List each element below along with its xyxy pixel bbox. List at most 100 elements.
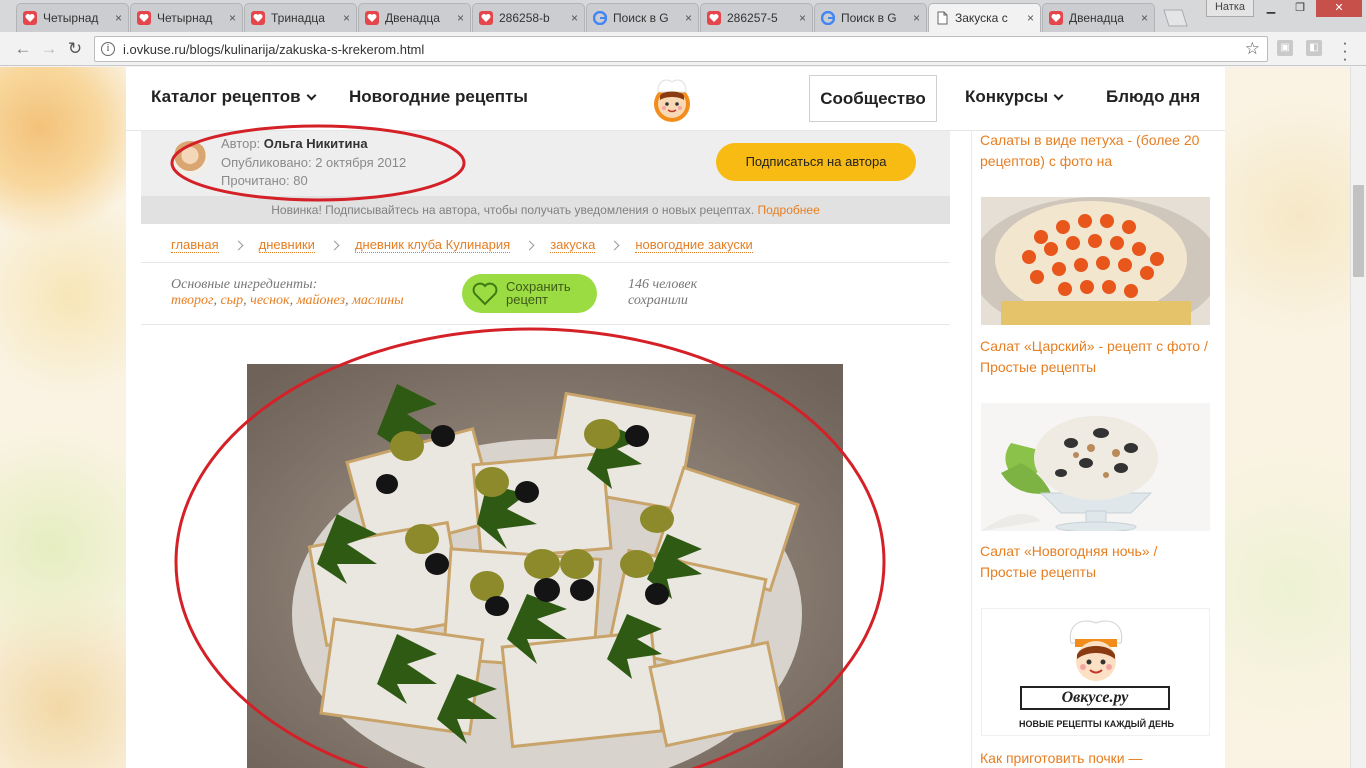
author-name-link[interactable]: Ольга Никитина	[264, 136, 368, 151]
page-scrollbar[interactable]	[1350, 67, 1366, 768]
save-recipe-label: Сохранить рецепт	[506, 279, 571, 307]
heart-favicon-icon	[1049, 11, 1063, 25]
tab-title: Тринадца	[271, 11, 325, 25]
saved-count-line1: 146 человек	[628, 277, 698, 292]
breadcrumb-diaries[interactable]: дневники	[258, 237, 315, 253]
published-date: Опубликовано: 2 октября 2012	[221, 155, 407, 170]
site-promo-banner[interactable]: Овкусе.ру НОВЫЕ РЕЦЕПТЫ КАЖДЫЙ ДЕНЬ	[981, 608, 1210, 736]
sidebar-item-title[interactable]: Как приготовить почки —	[980, 748, 1215, 768]
tab-close-icon[interactable]: ×	[1141, 11, 1148, 25]
tab-close-icon[interactable]: ×	[343, 11, 350, 25]
sidebar-item-image[interactable]	[981, 403, 1210, 531]
back-arrow-icon[interactable]: ←	[12, 38, 34, 60]
read-count: Прочитано: 80	[221, 173, 308, 188]
sidebar-item-title[interactable]: Салат «Царский» - рецепт с фото / Просты…	[980, 336, 1215, 378]
notice-more-link[interactable]: Подробнее	[758, 203, 820, 217]
author-avatar[interactable]	[172, 141, 208, 177]
extension-icon[interactable]: ◧	[1306, 40, 1322, 56]
chevron-right-icon	[233, 240, 244, 250]
chevron-down-icon	[306, 90, 316, 101]
profile-button[interactable]: Натка	[1206, 0, 1254, 17]
google-favicon-icon	[593, 11, 607, 25]
browser-tab-active[interactable]: Закуска с ×	[928, 3, 1041, 32]
maximize-icon[interactable]: ❐	[1286, 0, 1314, 17]
browser-tab[interactable]: Двенадца ×	[1042, 3, 1155, 32]
nav-catalog-label: Каталог рецептов	[151, 87, 301, 106]
nav-new-year[interactable]: Новогодние рецепты	[349, 87, 528, 107]
browser-tab[interactable]: 286257-5 ×	[700, 3, 813, 32]
chef-mascot-icon	[1069, 620, 1123, 681]
browser-tab[interactable]: Поиск в G ×	[586, 3, 699, 32]
browser-tab[interactable]: Поиск в G ×	[814, 3, 927, 32]
ingredient-link[interactable]: маслины	[352, 293, 404, 308]
divider	[141, 324, 950, 325]
browser-tab[interactable]: Тринадца ×	[244, 3, 357, 32]
recipe-main-photo[interactable]	[247, 364, 843, 768]
nav-contests-label: Конкурсы	[965, 87, 1049, 106]
tab-close-icon[interactable]: ×	[115, 11, 122, 25]
tab-close-icon[interactable]: ×	[571, 11, 578, 25]
breadcrumb-club-diary[interactable]: дневник клуба Кулинария	[354, 237, 511, 253]
extension-lock-icon[interactable]: ▣	[1277, 40, 1293, 56]
author-label: Автор:	[221, 136, 261, 151]
breadcrumb: главная дневники дневник клуба Кулинария…	[171, 234, 753, 256]
browser-menu-icon[interactable]: · · ·	[1340, 34, 1350, 67]
ingredient-link[interactable]: творог	[171, 293, 213, 308]
browser-tab[interactable]: Четырнад ×	[130, 3, 243, 32]
nav-catalog[interactable]: Каталог рецептов	[151, 87, 316, 107]
breadcrumb-home[interactable]: главная	[171, 237, 219, 253]
heart-favicon-icon	[707, 11, 721, 25]
tab-close-icon[interactable]: ×	[799, 11, 806, 25]
google-favicon-icon	[821, 11, 835, 25]
ingredient-link[interactable]: майонез	[297, 293, 345, 308]
author-line: Автор: Ольга Никитина	[221, 136, 368, 151]
nav-contests[interactable]: Конкурсы	[965, 87, 1064, 107]
heart-icon	[472, 282, 498, 306]
tsarsky-salad-image	[981, 197, 1210, 325]
ingredients-list: творог, сыр, чеснок, майонез, маслины	[171, 293, 404, 309]
tab-close-icon[interactable]: ×	[913, 11, 920, 25]
bookmark-star-icon[interactable]: ☆	[1245, 39, 1260, 59]
reload-icon[interactable]: ↻	[64, 38, 86, 60]
divider	[141, 262, 950, 263]
breadcrumb-appetizer[interactable]: закуска	[550, 237, 596, 253]
chevron-down-icon	[1053, 90, 1064, 101]
tab-close-icon[interactable]: ×	[1027, 11, 1034, 25]
ingredient-link[interactable]: сыр	[220, 293, 243, 308]
breadcrumb-new-year-snacks[interactable]: новогодние закуски	[635, 237, 753, 253]
promo-brand: Овкусе.ру	[1020, 686, 1170, 710]
tab-title: Поиск в G	[613, 11, 669, 25]
heart-favicon-icon	[23, 11, 37, 25]
sidebar-item-title[interactable]: Салат «Новогодняя ночь» / Простые рецепт…	[980, 541, 1215, 583]
nav-dish-of-day[interactable]: Блюдо дня	[1106, 87, 1200, 107]
site-info-icon[interactable]: i	[101, 42, 115, 56]
tab-close-icon[interactable]: ×	[457, 11, 464, 25]
tab-title: 286258-b	[499, 11, 550, 25]
tab-title: 286257-5	[727, 11, 778, 25]
url-text[interactable]: i.ovkuse.ru/blogs/kulinarija/zakuska-s-k…	[123, 42, 424, 57]
sidebar-item-image[interactable]	[981, 197, 1210, 325]
browser-tab[interactable]: Четырнад ×	[16, 3, 129, 32]
forward-arrow-icon[interactable]: →	[38, 38, 60, 60]
tab-close-icon[interactable]: ×	[229, 11, 236, 25]
browser-tab[interactable]: Двенадца ×	[358, 3, 471, 32]
community-button[interactable]: Сообщество	[809, 75, 937, 122]
browser-tab[interactable]: 286258-b ×	[472, 3, 585, 32]
scrollbar-thumb[interactable]	[1353, 185, 1364, 277]
minimize-icon[interactable]: ▁	[1258, 0, 1284, 17]
chef-logo-icon[interactable]	[648, 74, 696, 124]
cracker-appetizer-image	[247, 364, 843, 768]
heart-favicon-icon	[251, 11, 265, 25]
author-block: Автор: Ольга Никитина Опубликовано: 2 ок…	[141, 131, 950, 196]
site-header: Каталог рецептов Новогодние рецепты Сооб…	[126, 67, 1225, 131]
sidebar-item-title[interactable]: Салаты в виде петуха - (более 20 рецепто…	[980, 130, 1215, 172]
window-close-icon[interactable]: ✕	[1316, 0, 1362, 17]
tab-title: Двенадца	[1069, 11, 1124, 25]
save-recipe-button[interactable]: Сохранить рецепт	[462, 274, 597, 313]
subscribe-button[interactable]: Подписаться на автора	[716, 143, 916, 181]
address-bar[interactable]: i i.ovkuse.ru/blogs/kulinarija/zakuska-s…	[94, 36, 1268, 62]
tab-close-icon[interactable]: ×	[685, 11, 692, 25]
new-tab-button[interactable]	[1160, 9, 1188, 27]
page-favicon-icon	[937, 11, 948, 25]
ingredient-link[interactable]: чеснок	[250, 293, 289, 308]
